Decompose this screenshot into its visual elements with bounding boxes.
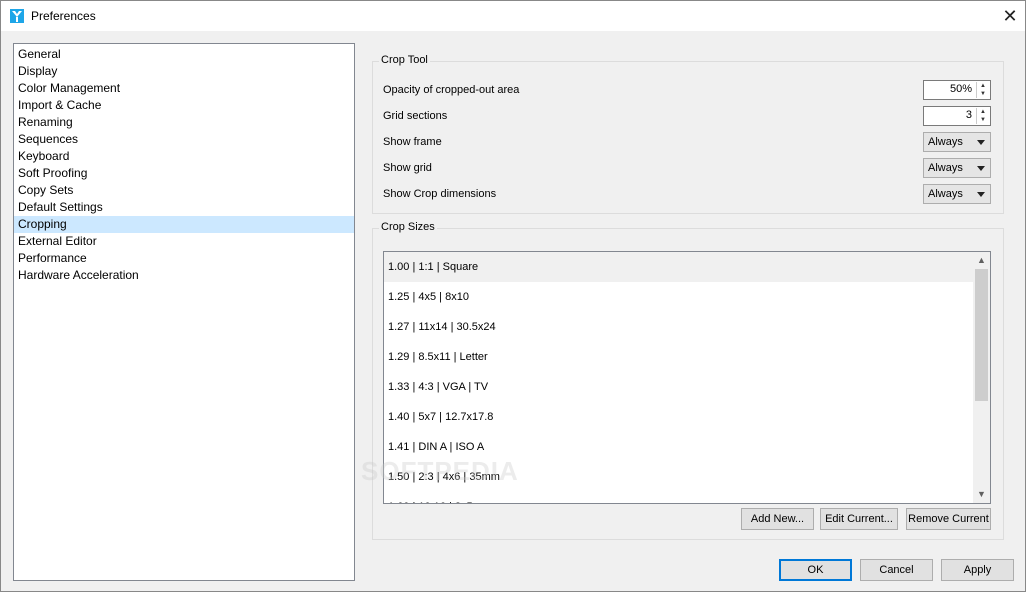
chevron-down-icon bbox=[977, 166, 985, 171]
preferences-window: Preferences ✕ General Display Color Manage… bbox=[0, 0, 1026, 592]
nav-item-copy-sets[interactable]: Copy Sets bbox=[14, 182, 354, 199]
close-button[interactable]: ✕ bbox=[995, 1, 1025, 31]
show-frame-dropdown[interactable]: Always bbox=[923, 132, 991, 152]
crop-tool-group-title: Crop Tool bbox=[379, 54, 430, 66]
vertical-scrollbar[interactable]: ▲ ▼ bbox=[973, 252, 990, 503]
show-dimensions-value: Always bbox=[928, 188, 963, 200]
nav-item-display[interactable]: Display bbox=[14, 63, 354, 80]
crop-size-item[interactable]: 1.29 | 8.5x11 | Letter bbox=[384, 342, 974, 372]
show-grid-dropdown[interactable]: Always bbox=[923, 158, 991, 178]
crop-size-item[interactable]: 1.60 | 10:16 | 8x5 bbox=[384, 492, 974, 503]
show-frame-label: Show frame bbox=[383, 136, 442, 148]
chevron-down-icon bbox=[977, 192, 985, 197]
preferences-category-list[interactable]: General Display Color Management Import & C… bbox=[13, 43, 355, 581]
opacity-spinbox[interactable]: 50% ▲ ▼ bbox=[923, 80, 991, 100]
crop-size-item[interactable]: 1.00 | 1:1 | Square bbox=[384, 252, 974, 282]
spin-down-icon[interactable]: ▼ bbox=[977, 116, 989, 124]
nav-item-external-editor[interactable]: External Editor bbox=[14, 233, 354, 250]
nav-item-renaming[interactable]: Renaming bbox=[14, 114, 354, 131]
remove-current-button[interactable]: Remove Current bbox=[906, 508, 991, 530]
crop-size-item[interactable]: 1.27 | 11x14 | 30.5x24 bbox=[384, 312, 974, 342]
grid-sections-value: 3 bbox=[965, 109, 972, 121]
app-logo-icon bbox=[10, 9, 24, 23]
opacity-label: Opacity of cropped-out area bbox=[383, 84, 520, 96]
show-dimensions-label: Show Crop dimensions bbox=[383, 188, 497, 200]
nav-item-cropping[interactable]: Cropping bbox=[14, 216, 354, 233]
crop-size-item[interactable]: 1.40 | 5x7 | 12.7x17.8 bbox=[384, 402, 974, 432]
crop-sizes-group-title: Crop Sizes bbox=[379, 221, 437, 233]
spin-up-icon[interactable]: ▲ bbox=[977, 82, 989, 90]
crop-tool-group: Crop Tool Opacity of cropped-out area 50… bbox=[372, 54, 1004, 214]
edit-current-button[interactable]: Edit Current... bbox=[820, 508, 898, 530]
nav-item-performance[interactable]: Performance bbox=[14, 250, 354, 267]
grid-sections-spin-buttons: ▲ ▼ bbox=[976, 108, 989, 124]
nav-item-default-settings[interactable]: Default Settings bbox=[14, 199, 354, 216]
crop-size-item[interactable]: 1.25 | 4x5 | 8x10 bbox=[384, 282, 974, 312]
nav-item-sequences[interactable]: Sequences bbox=[14, 131, 354, 148]
crop-sizes-group: Crop Sizes 1.60 | 10:16 | 8x51.50 | 2:3 … bbox=[372, 221, 1004, 540]
spin-up-icon[interactable]: ▲ bbox=[977, 108, 989, 116]
nav-item-keyboard[interactable]: Keyboard bbox=[14, 148, 354, 165]
close-icon: ✕ bbox=[1002, 5, 1018, 26]
window-title: Preferences bbox=[31, 9, 96, 23]
show-grid-label: Show grid bbox=[383, 162, 432, 174]
watermark: SOFTPEDIA bbox=[361, 456, 519, 486]
nav-item-soft-proofing[interactable]: Soft Proofing bbox=[14, 165, 354, 182]
opacity-spin-buttons: ▲ ▼ bbox=[976, 82, 989, 98]
show-frame-value: Always bbox=[928, 136, 963, 148]
nav-item-import-cache[interactable]: Import & Cache bbox=[14, 97, 354, 114]
title-bar: Preferences ✕ bbox=[1, 1, 1025, 31]
ok-button[interactable]: OK bbox=[779, 559, 852, 581]
apply-button[interactable]: Apply bbox=[941, 559, 1014, 581]
grid-sections-label: Grid sections bbox=[383, 110, 448, 122]
crop-size-item[interactable]: 1.33 | 4:3 | VGA | TV bbox=[384, 372, 974, 402]
scroll-thumb[interactable] bbox=[975, 269, 988, 401]
nav-item-general[interactable]: General bbox=[14, 46, 354, 63]
scroll-up-icon[interactable]: ▲ bbox=[973, 252, 990, 269]
opacity-value: 50% bbox=[949, 83, 972, 95]
show-grid-value: Always bbox=[928, 162, 963, 174]
add-new-button[interactable]: Add New... bbox=[741, 508, 814, 530]
cancel-button[interactable]: Cancel bbox=[860, 559, 933, 581]
show-dimensions-dropdown[interactable]: Always bbox=[923, 184, 991, 204]
nav-item-hardware-acceleration[interactable]: Hardware Acceleration bbox=[14, 267, 354, 284]
grid-sections-spinbox[interactable]: 3 ▲ ▼ bbox=[923, 106, 991, 126]
chevron-down-icon bbox=[977, 140, 985, 145]
scroll-down-icon[interactable]: ▼ bbox=[973, 486, 990, 503]
nav-item-color-management[interactable]: Color Management bbox=[14, 80, 354, 97]
spin-down-icon[interactable]: ▼ bbox=[977, 90, 989, 98]
